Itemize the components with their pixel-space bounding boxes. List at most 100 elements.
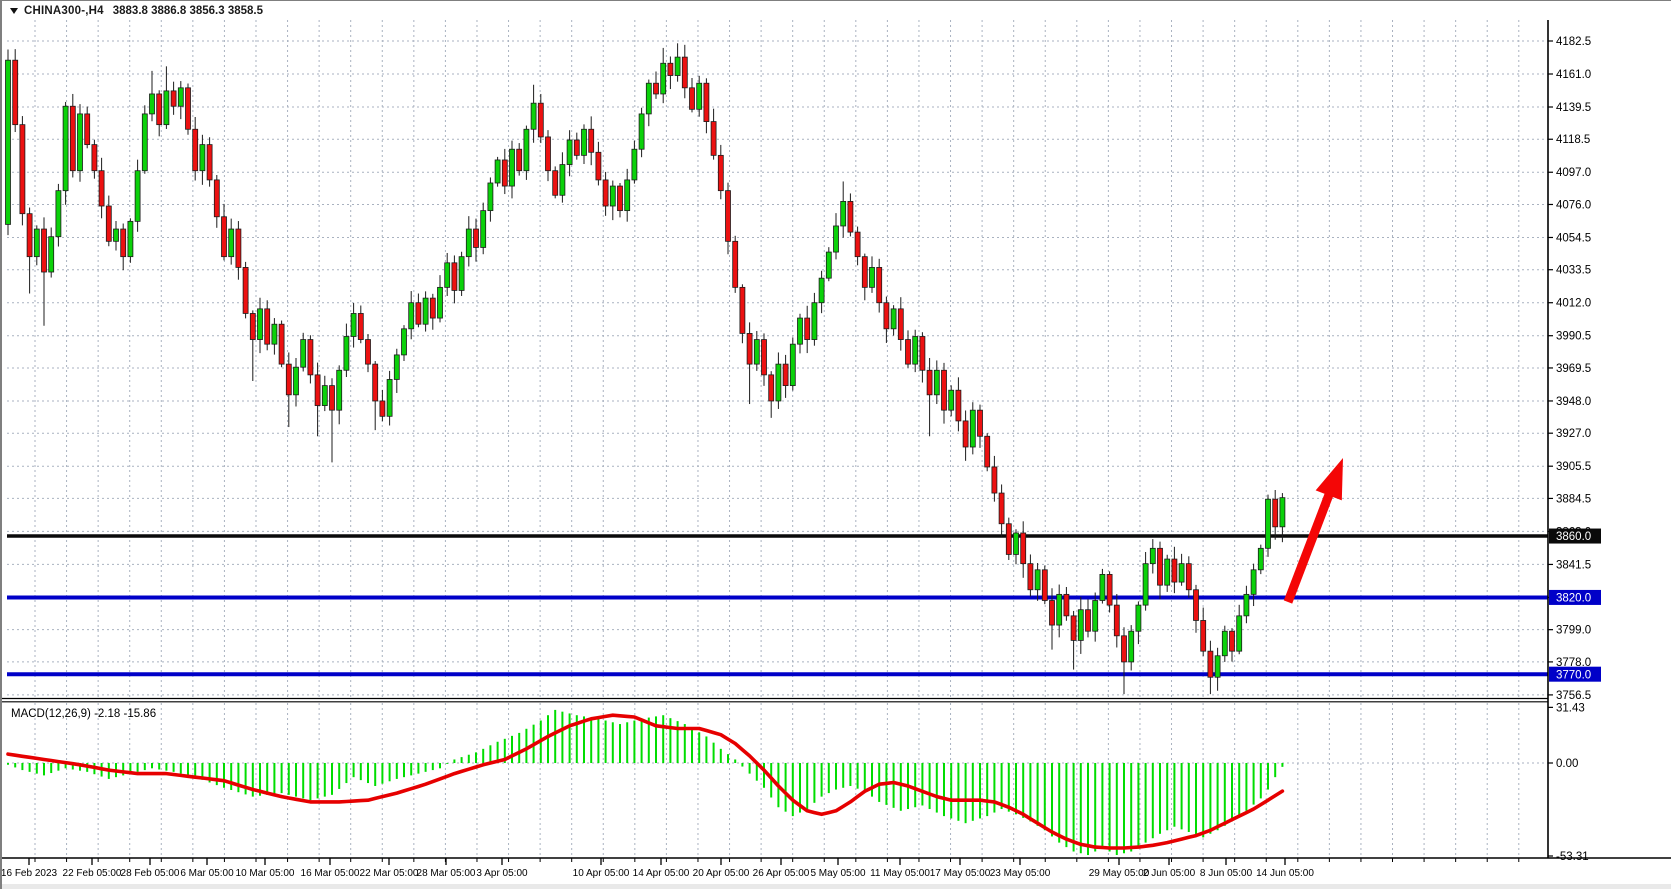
- candle: [344, 336, 349, 370]
- candle: [934, 370, 939, 395]
- candle: [798, 318, 803, 344]
- candle: [1071, 616, 1076, 641]
- candle: [1208, 651, 1213, 677]
- candle: [438, 287, 443, 318]
- chart-title-bar: CHINA300-,H4 3883.8 3886.8 3856.3 3858.5: [6, 3, 263, 19]
- price-tick-label: 3905.5: [1556, 461, 1591, 473]
- time-tick-label: 17 May 05:00: [930, 868, 991, 879]
- candle: [812, 303, 817, 340]
- candle: [207, 145, 212, 180]
- candle: [927, 370, 932, 395]
- candle: [978, 410, 983, 436]
- candle: [646, 83, 651, 114]
- candle: [1006, 524, 1011, 555]
- candle: [949, 390, 954, 410]
- time-tick-label: 11 May 05:00: [870, 868, 930, 879]
- candle: [776, 364, 781, 401]
- candle: [20, 125, 25, 214]
- candle: [495, 160, 500, 183]
- candle: [992, 467, 997, 493]
- macd-indicator-label: MACD(12,26,9) -2.18 -15.86: [11, 708, 156, 720]
- price-tick-label: 4118.5: [1556, 134, 1590, 146]
- level-price-badge-text: 3820.0: [1556, 593, 1591, 605]
- candle: [150, 94, 155, 114]
- candle: [445, 263, 450, 288]
- candle: [1129, 631, 1134, 662]
- candle: [1021, 533, 1026, 564]
- candle: [481, 211, 486, 248]
- symbol-period-label: CHINA300-,H4: [24, 5, 104, 17]
- price-tick-label: 3841.5: [1556, 559, 1591, 571]
- time-tick-label: 16 Mar 05:00: [301, 868, 360, 879]
- time-tick-label: 14 Apr 05:00: [633, 868, 690, 879]
- candle: [286, 364, 291, 395]
- candle: [603, 180, 608, 206]
- candle: [661, 63, 666, 94]
- candle: [1028, 564, 1033, 590]
- price-tick-label: 4097.0: [1556, 167, 1591, 179]
- candle: [1215, 656, 1220, 677]
- candle: [114, 229, 119, 241]
- candle: [970, 410, 975, 447]
- candle: [1014, 533, 1019, 554]
- candle: [704, 83, 709, 121]
- candle: [1107, 574, 1112, 605]
- candle: [34, 229, 39, 257]
- candle: [1179, 564, 1184, 582]
- candle: [697, 83, 702, 109]
- candle: [250, 313, 255, 339]
- candle: [1057, 594, 1062, 625]
- symbol-dropdown-icon[interactable]: [10, 8, 18, 14]
- candle: [898, 309, 903, 340]
- price-tick-label: 3799.0: [1556, 625, 1591, 637]
- candle: [733, 241, 738, 287]
- candle: [718, 155, 723, 190]
- candle: [85, 114, 90, 145]
- candle: [639, 114, 644, 149]
- chart-area[interactable]: 4182.54161.04139.54118.54097.04076.04054…: [2, 1, 1671, 889]
- time-tick-label: 10 Apr 05:00: [573, 868, 630, 879]
- candle: [574, 140, 579, 155]
- candle: [531, 103, 536, 129]
- candle: [466, 229, 471, 257]
- time-tick-label: 20 Apr 05:00: [693, 868, 750, 879]
- candle: [870, 267, 875, 287]
- candle: [632, 149, 637, 180]
- candle: [1158, 548, 1163, 585]
- candle: [315, 375, 320, 406]
- candle: [394, 355, 399, 380]
- time-tick-label: 28 Feb 05:00: [121, 868, 180, 879]
- candle: [1042, 570, 1047, 601]
- time-tick-label: 22 Feb 05:00: [63, 868, 122, 879]
- time-tick-label: 8 Jun 05:00: [1200, 868, 1253, 879]
- time-tick-label: 2 Jun 05:00: [1143, 868, 1196, 879]
- candle: [1194, 590, 1199, 621]
- candle: [402, 329, 407, 355]
- chart-window: CHINA300-,H4 3883.8 3886.8 3856.3 3858.5…: [0, 0, 1671, 889]
- candle: [963, 421, 968, 447]
- time-tick-label: 23 May 05:00: [990, 868, 1051, 879]
- time-tick-label: 14 Jun 05:00: [1256, 868, 1314, 879]
- price-tick-label: 3756.5: [1556, 690, 1591, 702]
- candle: [193, 129, 198, 170]
- candle: [877, 267, 882, 302]
- candle: [373, 364, 378, 401]
- candle: [956, 390, 961, 421]
- candle: [510, 149, 515, 186]
- candle: [200, 145, 205, 171]
- candle: [884, 303, 889, 329]
- candle: [538, 103, 543, 137]
- time-tick-label: 28 Mar 05:00: [417, 868, 476, 879]
- candle: [711, 122, 716, 156]
- price-tick-label: 4139.5: [1556, 102, 1591, 114]
- candle: [409, 303, 414, 329]
- candle: [1244, 594, 1249, 615]
- candle: [913, 336, 918, 364]
- candle: [106, 206, 111, 241]
- macd-tick-label: 0.00: [1556, 758, 1578, 770]
- candle: [1150, 548, 1155, 563]
- candle: [366, 340, 371, 365]
- candle: [1086, 610, 1091, 631]
- time-tick-label: 6 Mar 05:00: [180, 868, 234, 879]
- candle: [726, 191, 731, 242]
